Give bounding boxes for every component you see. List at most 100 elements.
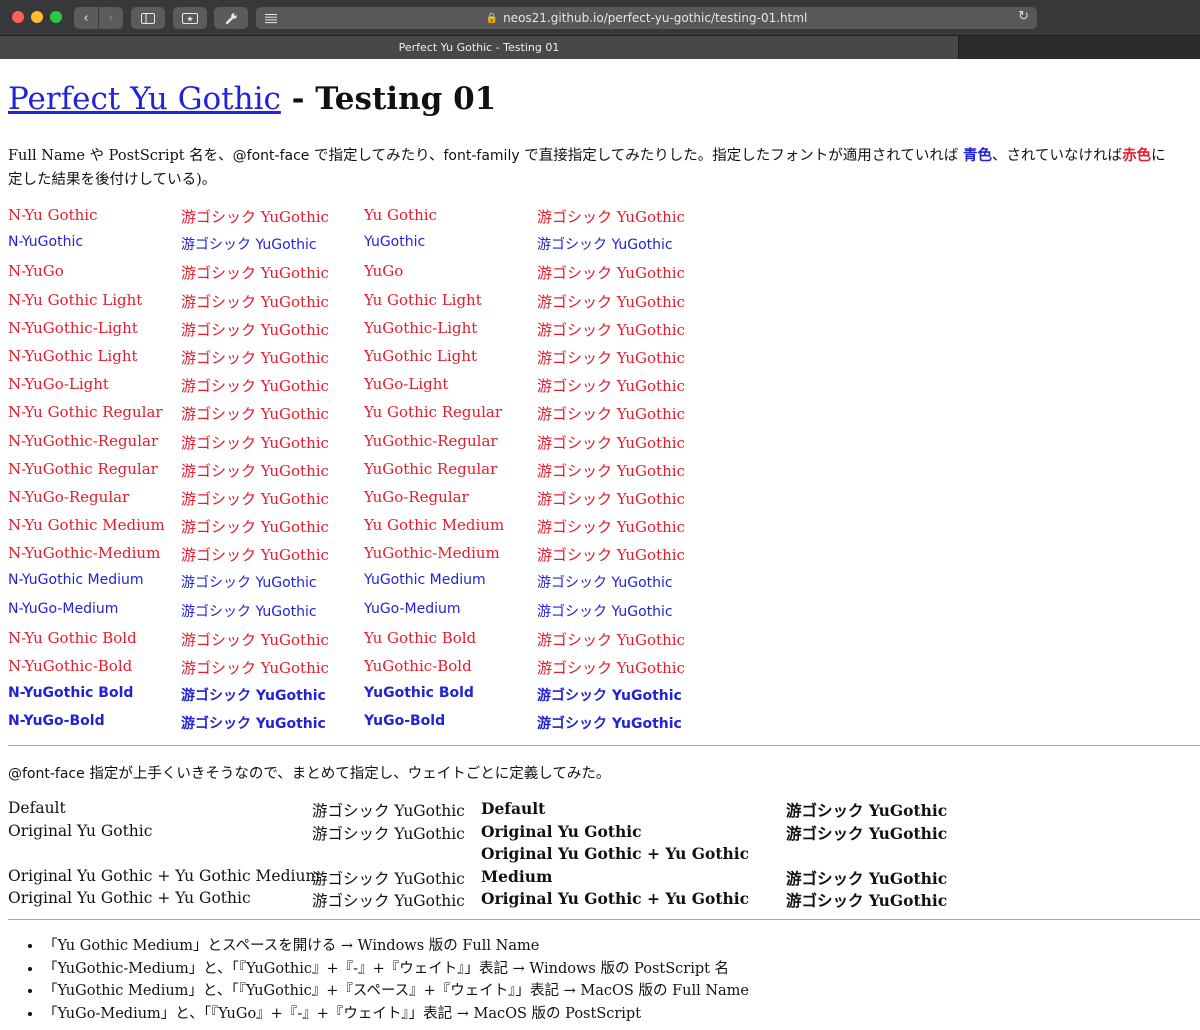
font-sample-c1: N-YuGo-Light: [8, 375, 109, 394]
font-sample-c1: N-Yu Gothic Regular: [8, 403, 163, 422]
font-sample-c2: 游ゴシック YuGothic: [181, 264, 329, 283]
font-sample-c3: YuGothic-Light: [364, 318, 478, 337]
font-sample-c1: N-Yu Gothic: [8, 206, 98, 224]
font-sample-c3: Yu Gothic Medium: [364, 516, 505, 535]
font-sample-c2: 游ゴシック YuGothic: [181, 659, 329, 677]
intro-blue-word: 青色: [962, 147, 992, 164]
font-sample-c4: 游ゴシック YuGothic: [537, 518, 685, 537]
weight-sample: 游ゴシック YuGothic: [312, 869, 465, 888]
back-button[interactable]: ‹: [74, 7, 98, 29]
weight-label: Original Yu Gothic + Yu Gothic Medium: [8, 866, 321, 885]
font-sample-c3: YuGothic-Bold: [364, 657, 472, 675]
reload-icon[interactable]: ↻: [1018, 9, 1029, 24]
table-row: N-YuGothic-Bold 游ゴシック YuGothic YuGothic-Bo…: [8, 653, 708, 681]
font-sample-c1: N-YuGothic: [8, 234, 84, 251]
title-link[interactable]: Perfect Yu Gothic: [8, 81, 281, 117]
font-sample-c4: 游ゴシック YuGothic: [537, 630, 685, 649]
forward-button[interactable]: ›: [99, 7, 123, 29]
font-sample-c4: 游ゴシック YuGothic: [537, 348, 685, 367]
font-sample-c3: YuGothic-Regular: [364, 431, 498, 450]
font-sample-c4: 游ゴシック YuGothic: [537, 208, 685, 226]
weight-label-bold: Original Yu Gothic: [481, 821, 642, 841]
close-window-button[interactable]: [12, 11, 24, 23]
table-row: N-YuGothic-Regular 游ゴシック YuGothic YuGothic…: [8, 428, 708, 456]
font-sample-c1: N-YuGo-Regular: [8, 487, 130, 506]
font-sample-c2: 游ゴシック YuGothic: [181, 405, 329, 424]
font-sample-c2: 游ゴシック YuGothic: [181, 208, 329, 226]
table-row: N-Yu Gothic Regular 游ゴシック YuGothic Yu Goth…: [8, 399, 708, 427]
list-item: 「YuGothic Medium」と、「『YuGothic』+『スペース』+『ウ…: [43, 980, 749, 1003]
font-sample-c3: YuGothic Regular: [364, 459, 498, 478]
tools-button[interactable]: [214, 7, 248, 29]
minimize-window-button[interactable]: [31, 11, 43, 23]
intro-code: @font-face: [232, 148, 310, 164]
font-sample-c2: 游ゴシック YuGothic: [181, 348, 329, 367]
weight-label-bold: Medium: [481, 866, 553, 886]
font-sample-c3: YuGo: [364, 262, 404, 281]
font-sample-c2: 游ゴシック YuGothic: [181, 518, 329, 537]
address-bar[interactable]: 🔒 neos21.github.io/perfect-yu-gothic/tes…: [256, 7, 1037, 29]
sidebar-toggle-button[interactable]: [131, 7, 165, 29]
weight-label: Original Yu Gothic: [8, 821, 153, 840]
font-sample-c1: N-YuGothic-Bold: [8, 657, 133, 675]
font-sample-c4: 游ゴシック YuGothic: [537, 377, 685, 396]
list-item: 「YuGo-Medium」と、「『YuGo』+『-』+『ウェイト』」表記 → M…: [43, 1003, 749, 1026]
weight-label-bold: Default: [481, 799, 546, 818]
font-sample-c1: N-YuGothic Medium: [8, 572, 144, 589]
table-row: N-YuGo 游ゴシック YuGothic YuGo 游ゴシック YuGothic: [8, 258, 708, 286]
tab-active[interactable]: Perfect Yu Gothic - Testing 01: [0, 36, 959, 59]
weight-sample: 游ゴシック YuGothic: [312, 892, 465, 910]
weight-sample: 游ゴシック YuGothic: [312, 802, 465, 820]
font-sample-c3: YuGo-Bold: [364, 713, 446, 730]
weight-sample-bold: 游ゴシック YuGothic: [786, 801, 948, 820]
note-code: @font-face: [8, 766, 85, 782]
font-sample-c2: 游ゴシック YuGothic: [181, 546, 329, 565]
table-row: N-YuGothic-Light 游ゴシック YuGothic YuGothic-L…: [8, 315, 708, 343]
reader-icon: [265, 13, 277, 23]
font-sample-c3: YuGothic-Medium: [364, 544, 500, 563]
font-sample-c2: 游ゴシック YuGothic: [181, 377, 329, 396]
font-sample-c1: N-YuGothic-Medium: [8, 544, 161, 563]
font-sample-c1: N-YuGo: [8, 262, 64, 281]
font-sample-c1: N-YuGothic Bold: [8, 685, 134, 702]
font-sample-c2: 游ゴシック YuGothic: [181, 461, 329, 480]
table-row: N-YuGothic Regular 游ゴシック YuGothic YuGothic…: [8, 456, 708, 484]
font-sample-c1: N-YuGothic Light: [8, 346, 138, 365]
bookmarks-button[interactable]: ★: [173, 7, 207, 29]
reader-button[interactable]: [258, 7, 284, 29]
font-sample-c2: 游ゴシック YuGothic: [181, 603, 317, 620]
font-sample-c1: N-Yu Gothic Bold: [8, 628, 137, 647]
table-row: N-YuGothic Light 游ゴシック YuGothic YuGothic L…: [8, 343, 708, 371]
notes-list: 「Yu Gothic Medium」とスペースを開ける → Windows 版の…: [30, 935, 749, 1025]
table-row: N-YuGo-Light 游ゴシック YuGothic YuGo-Light 游ゴシッ…: [8, 371, 708, 399]
font-sample-c3: YuGothic Light: [364, 346, 477, 365]
font-sample-c3: Yu Gothic Light: [364, 290, 482, 309]
font-test-table: N-Yu Gothic 游ゴシック YuGothic Yu Gothic 游ゴシック …: [8, 202, 708, 738]
font-sample-c4: 游ゴシック YuGothic: [537, 575, 673, 592]
table-row: N-YuGothic Medium 游ゴシック YuGothic YuGothic …: [8, 568, 708, 596]
font-sample-c4: 游ゴシック YuGothic: [537, 489, 685, 508]
wrench-icon: [225, 12, 237, 24]
weight-label-bold: Original Yu Gothic + Yu Gothic: [481, 844, 750, 863]
font-sample-c2: 游ゴシック YuGothic: [181, 433, 329, 452]
intro-text: で直接指定してみたりした。指定したフォントが適用されていれば: [519, 148, 963, 164]
font-sample-c1: N-YuGothic-Light: [8, 318, 138, 337]
font-sample-c2: 游ゴシック YuGothic: [181, 630, 329, 649]
divider: [8, 745, 1200, 746]
font-sample-c4: 游ゴシック YuGothic: [537, 461, 685, 480]
font-sample-c4: 游ゴシック YuGothic: [537, 546, 685, 565]
font-sample-c4: 游ゴシック YuGothic: [537, 688, 682, 705]
table-row: N-Yu Gothic Light 游ゴシック YuGothic Yu Gothic…: [8, 287, 708, 315]
font-sample-c3: YuGothic: [364, 234, 426, 251]
weight-label-bold: Original Yu Gothic + Yu Gothic: [481, 889, 750, 908]
font-sample-c3: Yu Gothic Bold: [364, 628, 477, 647]
table-row: N-YuGothic Bold 游ゴシック YuGothic YuGothic Bo…: [8, 681, 708, 709]
font-sample-c4: 游ゴシック YuGothic: [537, 433, 685, 452]
zoom-window-button[interactable]: [50, 11, 62, 23]
list-item: 「YuGothic-Medium」と、「『YuGothic』+『-』+『ウェイト…: [43, 958, 749, 981]
font-sample-c4: 游ゴシック YuGothic: [537, 237, 673, 254]
font-sample-c4: 游ゴシック YuGothic: [537, 659, 685, 677]
intro-text: に: [1151, 148, 1166, 164]
tab-title: Perfect Yu Gothic - Testing 01: [398, 41, 560, 54]
weight-label: Default: [8, 799, 66, 817]
